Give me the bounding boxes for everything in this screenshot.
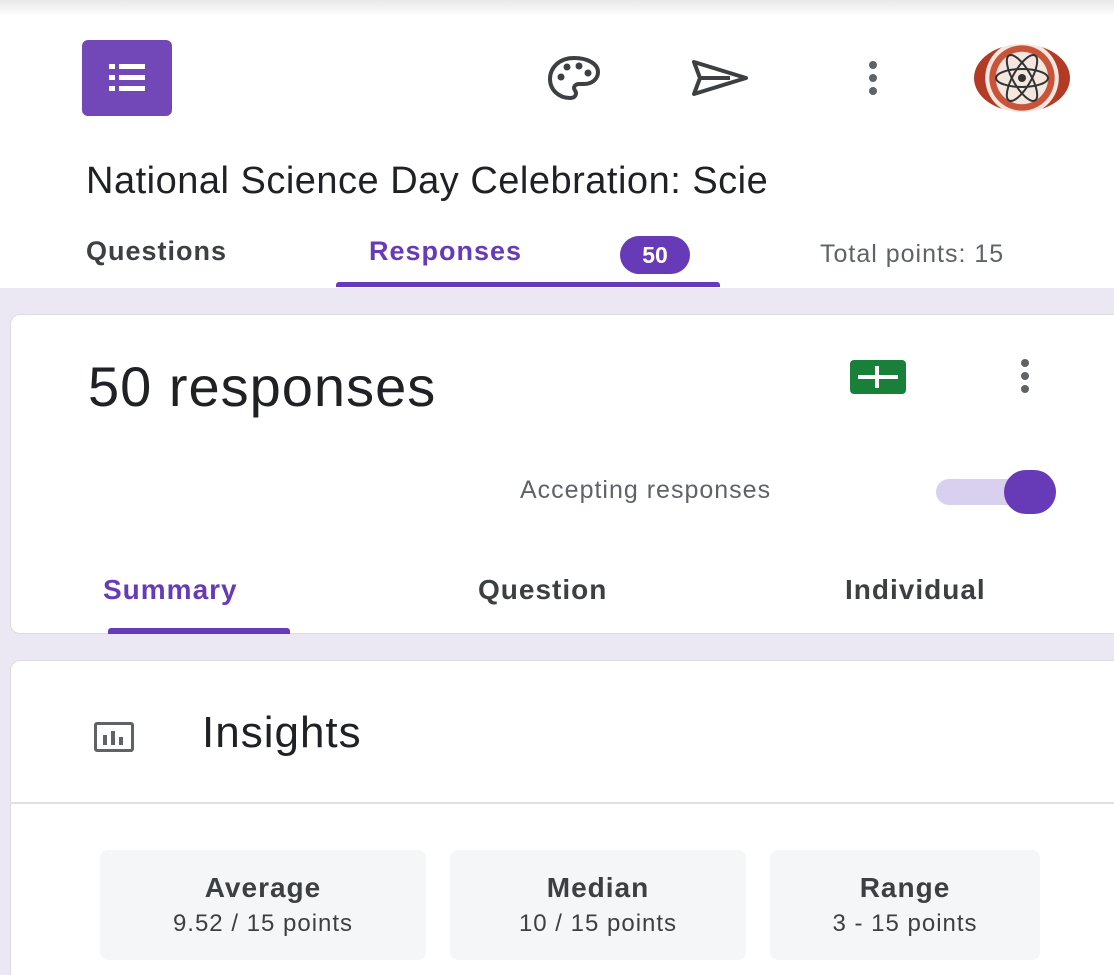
sheets-icon[interactable] [850,360,906,394]
responses-more-vert-icon[interactable] [1010,354,1040,398]
tab-individual[interactable]: Individual [845,574,986,606]
tab-questions[interactable]: Questions [86,236,227,267]
tab-summary[interactable]: Summary [103,574,238,606]
stat-median-value: 10 / 15 points [518,910,678,937]
palette-icon[interactable] [544,48,604,108]
responses-count-title: 50 responses [88,355,437,418]
stat-median: Median 10 / 15 points [450,850,746,960]
send-icon[interactable] [690,48,750,108]
insights-divider [10,802,1114,804]
stat-range-value: 3 - 15 points [832,910,978,937]
stat-average: Average 9.52 / 15 points [100,850,426,960]
tab-question[interactable]: Question [478,574,607,606]
total-points: Total points: 15 [820,240,1005,268]
toggle-thumb [1004,470,1056,514]
tab-responses[interactable]: Responses [369,236,522,267]
stat-median-label: Median [546,872,650,903]
stat-range-label: Range [859,872,951,903]
status-bar-shadow [0,0,1114,16]
stat-average-value: 9.52 / 15 points [172,910,354,937]
more-vert-icon[interactable] [858,56,888,100]
accepting-responses-label: Accepting responses [520,476,772,504]
stat-range: Range 3 - 15 points [770,850,1040,960]
forms-app: National Science Day Celebration: Scie Q… [0,0,1114,975]
insights-title: Insights [202,708,362,757]
tab-responses-indicator [336,282,720,287]
accepting-responses-toggle[interactable] [936,470,1056,514]
insights-icon [94,722,134,752]
form-title: National Science Day Celebration: Scie [86,160,769,202]
responses-count-badge: 50 [620,236,690,274]
avatar[interactable] [974,44,1070,112]
forms-logo-icon[interactable] [82,40,172,116]
stat-average-label: Average [204,872,322,903]
tab-summary-indicator [108,628,290,634]
